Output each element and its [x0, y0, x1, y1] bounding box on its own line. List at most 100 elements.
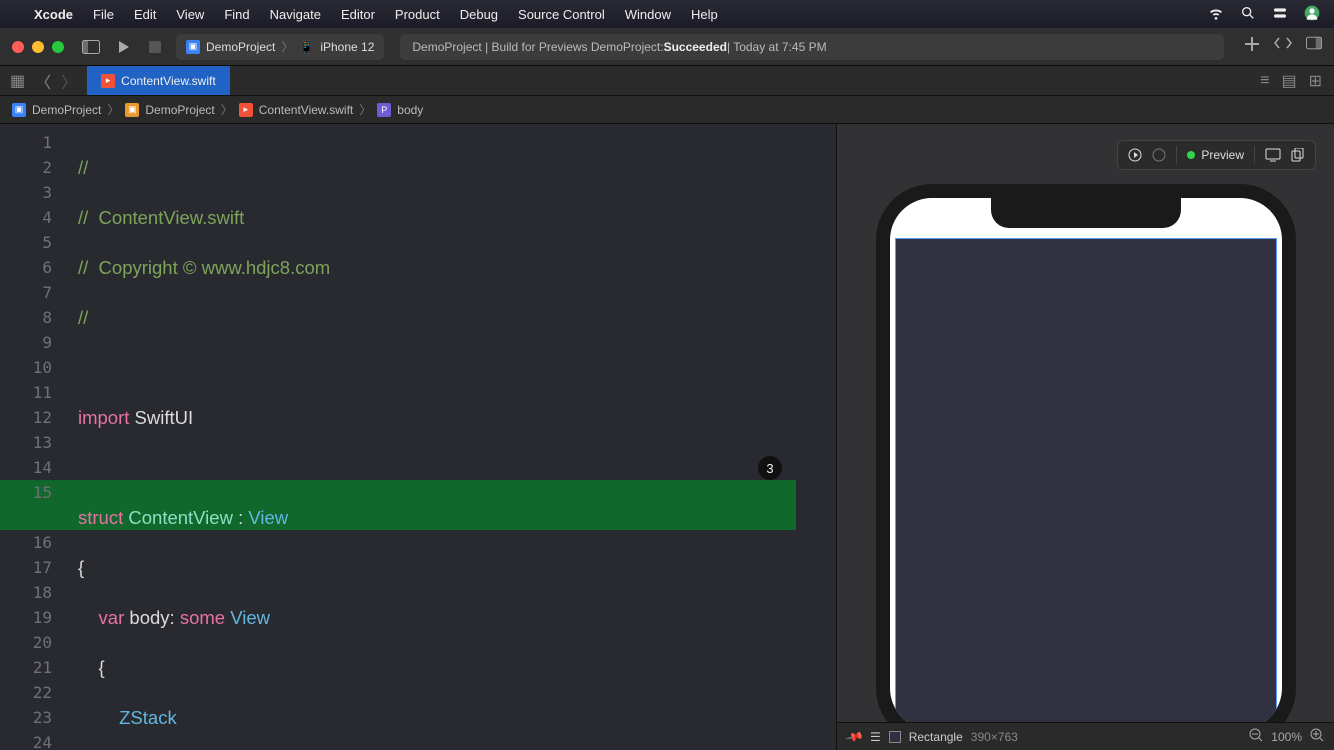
editor-tabbar: ▦ 〈 〉 ▸ ContentView.swift ≡ ▤ ⊞ [0, 66, 1334, 96]
line-number: 21 [0, 655, 52, 680]
tab-filename: ContentView.swift [121, 74, 216, 88]
line-gutter: 1 2 3 4 5 6 7 8 9 10 11 12 13 14 15 16 1… [0, 124, 64, 750]
control-center-icon[interactable] [1272, 5, 1288, 24]
status-dot-icon [1187, 151, 1195, 159]
menu-editor[interactable]: Editor [341, 7, 375, 22]
preview-footer: 📌 ☰ Rectangle 390×763 100% [837, 722, 1334, 750]
library-icon[interactable] [1306, 36, 1322, 57]
line-number: 15 [0, 480, 52, 505]
device-frame-wrapper [871, 184, 1301, 744]
preview-status[interactable]: Preview [1187, 148, 1244, 162]
menu-product[interactable]: Product [395, 7, 440, 22]
line-number: 8 [0, 305, 52, 330]
status-result: Succeeded [664, 40, 727, 54]
menu-edit[interactable]: Edit [134, 7, 156, 22]
minimize-window-button[interactable] [32, 41, 44, 53]
line-number: 10 [0, 355, 52, 380]
bc-symbol[interactable]: body [397, 103, 423, 117]
chevron-icon: 〉 [221, 101, 233, 118]
zoom-out-icon[interactable] [1249, 728, 1263, 745]
view-hierarchy-icon[interactable]: ☰ [870, 730, 881, 744]
spotlight-icon[interactable] [1240, 5, 1256, 24]
preview-variant-button[interactable] [1152, 148, 1166, 162]
separator [1176, 146, 1177, 164]
line-number: 13 [0, 430, 52, 455]
line-number: 5 [0, 230, 52, 255]
code-content[interactable]: // // ContentView.swift // Copyright © w… [78, 130, 836, 750]
zoom-in-icon[interactable] [1310, 728, 1324, 745]
iphone-frame [876, 184, 1296, 744]
status-time: | Today at 7:45 PM [727, 40, 827, 54]
bc-folder[interactable]: DemoProject [145, 103, 214, 117]
line-number: 23 [0, 705, 52, 730]
source-editor[interactable]: 3 1 2 3 4 5 6 7 8 9 10 11 12 13 14 15 16… [0, 124, 836, 750]
breadcrumb: ▣ DemoProject 〉 ▣ DemoProject 〉 ▸ Conten… [0, 96, 1334, 124]
line-number: 11 [0, 380, 52, 405]
scheme-selector[interactable]: ▣ DemoProject 〉 📱 iPhone 12 [176, 34, 384, 60]
project-icon: ▣ [12, 103, 26, 117]
app-name[interactable]: Xcode [34, 7, 73, 22]
window-controls [12, 41, 64, 53]
pin-icon[interactable]: 📌 [845, 727, 865, 747]
line-number: 18 [0, 580, 52, 605]
user-avatar-icon[interactable] [1304, 5, 1320, 24]
line-number: 4 [0, 205, 52, 230]
bc-file[interactable]: ContentView.swift [259, 103, 354, 117]
preview-label: Preview [1201, 148, 1244, 162]
swift-file-icon: ▸ [101, 74, 115, 88]
nav-back-icon[interactable]: 〈 [35, 69, 51, 93]
sidebar-toggle-icon[interactable] [80, 36, 102, 58]
menu-window[interactable]: Window [625, 7, 671, 22]
line-number [0, 505, 52, 530]
line-number: 14 [0, 455, 52, 480]
line-number: 12 [0, 405, 52, 430]
add-editor-icon[interactable]: ⊞ [1309, 71, 1322, 91]
activity-status: DemoProject | Build for Previews DemoPro… [400, 34, 1224, 60]
menu-view[interactable]: View [176, 7, 204, 22]
nav-forward-icon[interactable]: 〉 [61, 69, 77, 93]
menu-debug[interactable]: Debug [460, 7, 498, 22]
canvas-preview-pane: Preview 📌 ☰ Rectangle 390×763 100% [836, 124, 1334, 750]
run-button[interactable] [112, 36, 134, 58]
main-split: 3 1 2 3 4 5 6 7 8 9 10 11 12 13 14 15 16… [0, 124, 1334, 750]
chevron-icon: 〉 [107, 101, 119, 118]
editor-options-icon[interactable]: ≡ [1260, 72, 1269, 90]
status-prefix: DemoProject | Build for Previews DemoPro… [412, 40, 663, 54]
file-icon: ▸ [239, 103, 253, 117]
zoom-level[interactable]: 100% [1271, 730, 1302, 744]
line-number: 3 [0, 180, 52, 205]
line-number: 22 [0, 680, 52, 705]
zoom-window-button[interactable] [52, 41, 64, 53]
line-number: 19 [0, 605, 52, 630]
chevron-icon: 〉 [359, 101, 371, 118]
scheme-device-label: iPhone 12 [320, 40, 374, 54]
duplicate-preview-icon[interactable] [1291, 148, 1305, 162]
menu-file[interactable]: File [93, 7, 114, 22]
separator [1254, 146, 1255, 164]
preview-play-button[interactable] [1128, 148, 1142, 162]
add-icon[interactable] [1244, 36, 1260, 57]
preview-canvas-rectangle[interactable] [895, 238, 1277, 730]
close-window-button[interactable] [12, 41, 24, 53]
device-icon: 📱 [299, 40, 314, 54]
folder-icon: ▣ [125, 103, 139, 117]
element-swatch-icon [889, 731, 901, 743]
menu-find[interactable]: Find [224, 7, 249, 22]
wifi-icon[interactable] [1208, 5, 1224, 24]
menu-help[interactable]: Help [691, 7, 718, 22]
line-number: 6 [0, 255, 52, 280]
file-tab[interactable]: ▸ ContentView.swift [87, 66, 230, 95]
xcode-toolbar: ▣ DemoProject 〉 📱 iPhone 12 DemoProject … [0, 28, 1334, 66]
property-icon: P [377, 103, 391, 117]
line-number: 16 [0, 530, 52, 555]
line-number: 24 [0, 730, 52, 750]
device-settings-icon[interactable] [1265, 148, 1281, 162]
related-items-icon[interactable]: ▦ [10, 71, 25, 91]
stop-button[interactable] [144, 36, 166, 58]
menu-navigate[interactable]: Navigate [270, 7, 321, 22]
menu-source-control[interactable]: Source Control [518, 7, 605, 22]
code-review-icon[interactable] [1274, 36, 1292, 57]
selected-element-dims: 390×763 [971, 730, 1018, 744]
bc-project[interactable]: DemoProject [32, 103, 101, 117]
adjust-editor-icon[interactable]: ▤ [1281, 71, 1296, 91]
